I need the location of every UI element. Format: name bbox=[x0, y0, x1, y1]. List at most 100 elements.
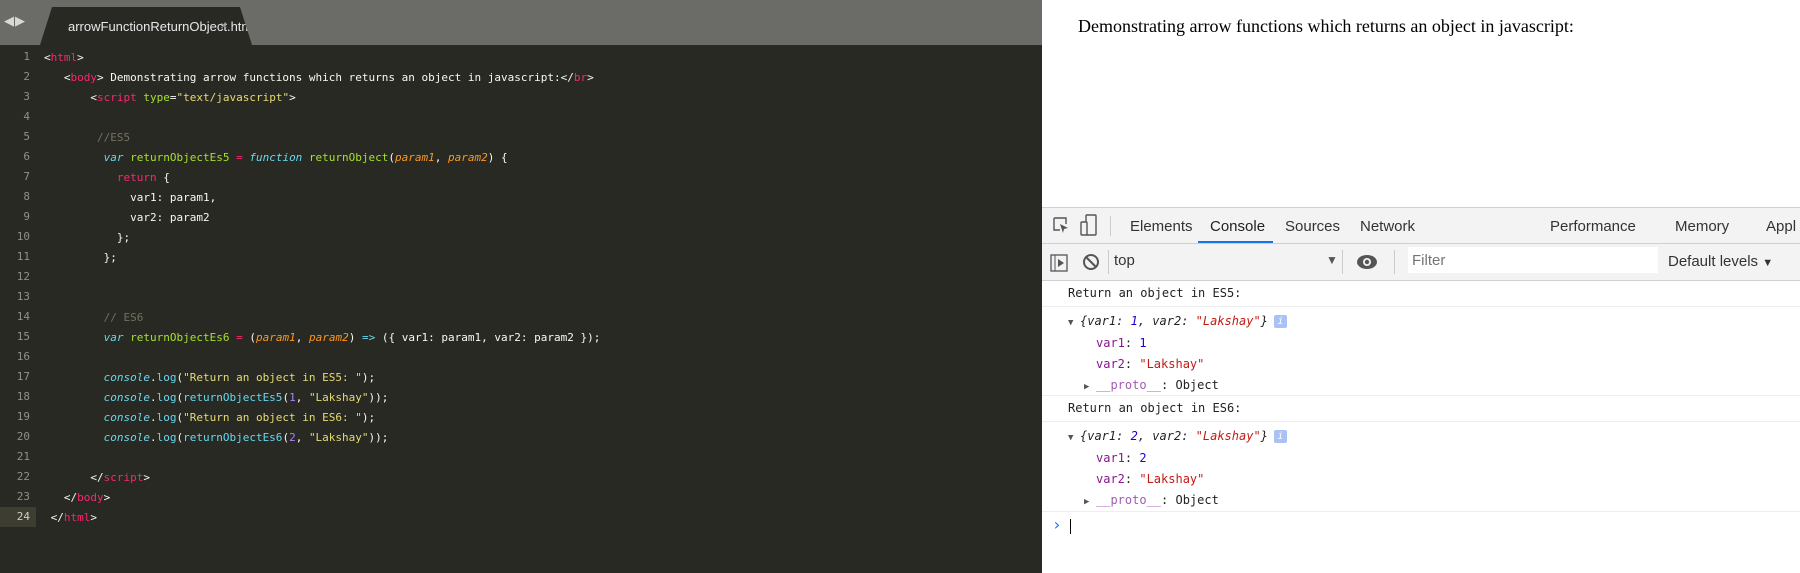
devtools-tab-bar: Elements Console Sources Network Perform… bbox=[1042, 207, 1800, 244]
code-line[interactable]: 6 var returnObjectEs5 = function returnO… bbox=[0, 147, 1042, 167]
tab-application[interactable]: Appl bbox=[1766, 218, 1796, 235]
code-token: < bbox=[44, 50, 51, 64]
code-line[interactable]: 14 // ES6 bbox=[0, 307, 1042, 327]
code-text: // ES6 bbox=[44, 311, 144, 324]
code-text: </body> bbox=[44, 491, 110, 504]
object-key-label: var2 bbox=[1152, 429, 1182, 443]
tab-performance[interactable]: Performance bbox=[1550, 218, 1636, 235]
object-key-label: var1 bbox=[1087, 429, 1117, 443]
code-token: "Return an object in ES5: " bbox=[183, 370, 362, 384]
proto-property[interactable]: ▶ __proto__: Object bbox=[1042, 490, 1800, 511]
property-key: var1 bbox=[1096, 336, 1125, 350]
tab-elements[interactable]: Elements bbox=[1130, 218, 1193, 235]
code-line[interactable]: 18 console.log(returnObjectEs5(1, "Laksh… bbox=[0, 387, 1042, 407]
code-text: console.log(returnObjectEs6(2, "Lakshay"… bbox=[44, 430, 389, 444]
collapsed-triangle-icon[interactable]: ▶ bbox=[1084, 377, 1096, 398]
code-token: br bbox=[573, 70, 588, 84]
code-line[interactable]: 24 </html> bbox=[0, 507, 1042, 527]
code-token: function bbox=[249, 150, 303, 164]
code-token: type bbox=[143, 90, 170, 104]
proto-key: __proto__ bbox=[1096, 493, 1162, 507]
code-line[interactable]: 15 var returnObjectEs6 = (param1, param2… bbox=[0, 327, 1042, 347]
close-icon[interactable]: × bbox=[220, 18, 228, 33]
line-number: 18 bbox=[16, 390, 30, 403]
code-token: > bbox=[143, 470, 150, 484]
code-token: > bbox=[103, 490, 111, 504]
code-line[interactable]: 12 bbox=[0, 267, 1042, 287]
code-line[interactable]: 8 var1: param1, bbox=[0, 187, 1042, 207]
line-number: 17 bbox=[16, 370, 30, 383]
property-value: 1 bbox=[1139, 336, 1147, 350]
code-line[interactable]: 3 <script type="text/javascript"> bbox=[0, 87, 1042, 107]
log-levels-dropdown[interactable]: Default levels ▼ bbox=[1668, 253, 1773, 270]
property-value: 2 bbox=[1139, 451, 1147, 465]
tab-sources[interactable]: Sources bbox=[1285, 218, 1340, 235]
clear-console-icon[interactable] bbox=[1082, 253, 1100, 271]
code-editor[interactable]: ◀▶ arrowFunctionReturnObject.html × 1 <ht… bbox=[0, 0, 1042, 573]
code-token: . bbox=[149, 410, 157, 424]
live-expression-eye-icon[interactable] bbox=[1356, 253, 1378, 271]
code-token: . bbox=[149, 390, 157, 404]
console-prompt[interactable]: › bbox=[1042, 511, 1800, 537]
code-line[interactable]: 9 var2: param2 bbox=[0, 207, 1042, 227]
code-text: //ES5 bbox=[44, 131, 130, 144]
code-line[interactable]: 16 bbox=[0, 347, 1042, 367]
line-number: 16 bbox=[16, 350, 30, 363]
code-token: ({ var1: param1, var2: param2 }); bbox=[375, 330, 601, 344]
code-area[interactable]: 1 <html> 2 <body> Demonstrating arrow func… bbox=[0, 47, 1042, 527]
collapsed-triangle-icon[interactable]: ▶ bbox=[1084, 492, 1096, 513]
code-line[interactable]: 17 console.log("Return an object in ES5:… bbox=[0, 367, 1042, 387]
device-toolbar-icon[interactable] bbox=[1080, 214, 1098, 236]
line-number: 24 bbox=[0, 507, 36, 527]
proto-value: : Object bbox=[1161, 378, 1219, 392]
code-line[interactable]: 10 }; bbox=[0, 227, 1042, 247]
nav-arrows-icon[interactable]: ◀▶ bbox=[4, 13, 26, 29]
code-line[interactable]: 2 <body> Demonstrating arrow functions w… bbox=[0, 67, 1042, 87]
line-number: 9 bbox=[23, 210, 30, 223]
code-line[interactable]: 11 }; bbox=[0, 247, 1042, 267]
code-line[interactable]: 4 bbox=[0, 107, 1042, 127]
proto-property[interactable]: ▶ __proto__: Object bbox=[1042, 375, 1800, 396]
code-token: 1 bbox=[289, 390, 296, 404]
code-line[interactable]: 7 return { bbox=[0, 167, 1042, 187]
code-token: returnObjectEs5 bbox=[183, 390, 283, 404]
code-text: console.log(returnObjectEs5(1, "Lakshay"… bbox=[44, 390, 389, 404]
line-number: 22 bbox=[16, 470, 30, 483]
code-line[interactable]: 13 bbox=[0, 287, 1042, 307]
context-selector[interactable]: top bbox=[1114, 252, 1135, 269]
console-filter-input[interactable] bbox=[1408, 247, 1658, 273]
code-token: console bbox=[103, 410, 150, 424]
console-object-summary[interactable]: ▼ {var1: 1, var2: "Lakshay"} i bbox=[1042, 307, 1800, 333]
code-line[interactable]: 20 console.log(returnObjectEs6(2, "Laksh… bbox=[0, 427, 1042, 447]
code-line[interactable]: 1 <html> bbox=[0, 47, 1042, 67]
code-token: body bbox=[77, 490, 104, 504]
code-line[interactable]: 19 console.log("Return an object in ES6:… bbox=[0, 407, 1042, 427]
code-line[interactable]: 5 //ES5 bbox=[0, 127, 1042, 147]
code-text: }; bbox=[44, 231, 130, 244]
code-line[interactable]: 23 </body> bbox=[0, 487, 1042, 507]
code-text: var1: param1, bbox=[44, 191, 216, 204]
info-icon[interactable]: i bbox=[1273, 315, 1287, 328]
preview-var1-value: 2 bbox=[1130, 429, 1138, 443]
console-object-summary[interactable]: ▼ {var1: 2, var2: "Lakshay"} i bbox=[1042, 422, 1800, 448]
code-token: > bbox=[587, 70, 594, 84]
code-token: returnObject bbox=[308, 150, 389, 164]
file-tab[interactable]: arrowFunctionReturnObject.html × bbox=[40, 7, 252, 45]
code-token: var bbox=[103, 150, 124, 164]
tab-console[interactable]: Console bbox=[1210, 218, 1265, 235]
inspect-element-icon[interactable] bbox=[1052, 216, 1070, 236]
code-token: </ bbox=[44, 470, 104, 484]
tab-memory[interactable]: Memory bbox=[1675, 218, 1729, 235]
context-dropdown-icon[interactable]: ▼ bbox=[1326, 253, 1338, 267]
code-token: , bbox=[295, 430, 309, 444]
code-line[interactable]: 22 </script> bbox=[0, 467, 1042, 487]
sidebar-toggle-icon[interactable] bbox=[1050, 254, 1068, 272]
code-token: > Demonstrating arrow functions which re… bbox=[97, 70, 574, 84]
info-icon[interactable]: i bbox=[1273, 430, 1287, 443]
code-line[interactable]: 21 bbox=[0, 447, 1042, 467]
code-token: = bbox=[236, 150, 243, 164]
tab-network[interactable]: Network bbox=[1360, 218, 1415, 235]
code-token: return bbox=[116, 170, 157, 184]
code-token: . bbox=[149, 430, 157, 444]
